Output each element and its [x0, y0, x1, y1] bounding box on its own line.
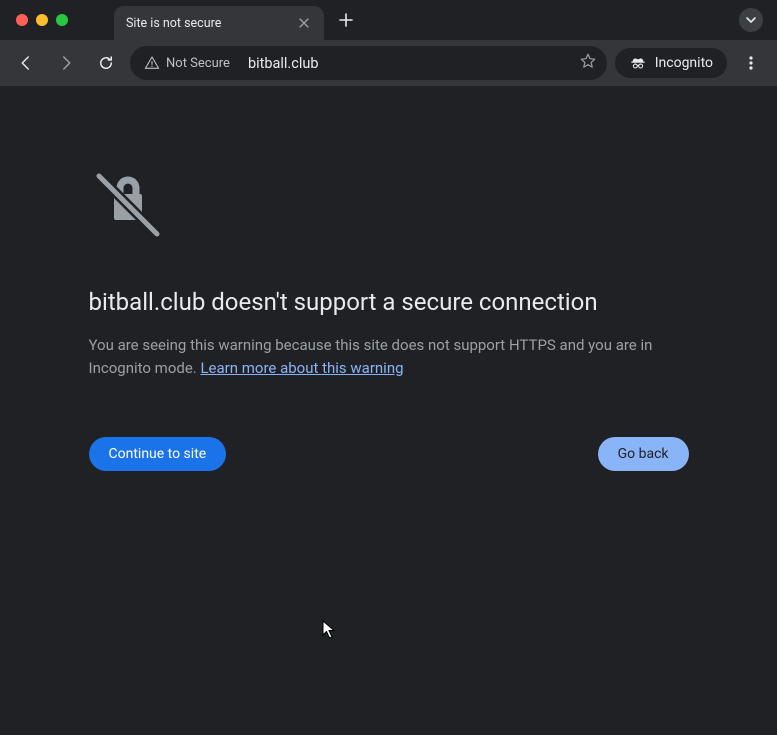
- warning-icon: [144, 55, 160, 71]
- continue-button[interactable]: Continue to site: [89, 437, 227, 471]
- back-button[interactable]: [10, 47, 42, 79]
- reload-button[interactable]: [90, 47, 122, 79]
- tab-strip: Site is not secure: [114, 0, 739, 40]
- go-back-button[interactable]: Go back: [598, 437, 689, 471]
- address-bar[interactable]: Not Secure bitball.club: [130, 46, 607, 80]
- browser-window: Site is not secure: [0, 0, 777, 735]
- security-chip[interactable]: Not Secure: [136, 51, 238, 75]
- forward-button[interactable]: [50, 47, 82, 79]
- incognito-icon: [629, 54, 647, 72]
- close-tab-icon[interactable]: [296, 15, 312, 31]
- maximize-window-button[interactable]: [56, 14, 68, 26]
- warning-body: You are seeing this warning because this…: [89, 334, 689, 381]
- tab-overflow-button[interactable]: [739, 8, 763, 32]
- browser-tab[interactable]: Site is not secure: [114, 6, 324, 40]
- minimize-window-button[interactable]: [36, 14, 48, 26]
- page-heading: bitball.club doesn't support a secure co…: [89, 288, 689, 316]
- tab-title: Site is not secure: [126, 16, 288, 31]
- url-text[interactable]: bitball.club: [248, 55, 565, 72]
- close-window-button[interactable]: [16, 14, 28, 26]
- button-row: Continue to site Go back: [89, 437, 689, 471]
- page-content: bitball.club doesn't support a secure co…: [0, 86, 777, 735]
- incognito-label: Incognito: [655, 55, 713, 71]
- toolbar: Not Secure bitball.club Incognito: [0, 40, 777, 86]
- incognito-chip[interactable]: Incognito: [615, 48, 727, 78]
- security-interstitial: bitball.club doesn't support a secure co…: [89, 166, 689, 735]
- new-tab-button[interactable]: [332, 6, 360, 34]
- bookmark-star-icon[interactable]: [575, 48, 601, 78]
- browser-menu-button[interactable]: [735, 47, 767, 79]
- learn-more-link[interactable]: Learn more about this warning: [200, 359, 403, 377]
- traffic-lights: [16, 14, 68, 26]
- title-bar: Site is not secure: [0, 0, 777, 40]
- insecure-lock-icon: [89, 166, 689, 248]
- security-chip-label: Not Secure: [166, 56, 230, 71]
